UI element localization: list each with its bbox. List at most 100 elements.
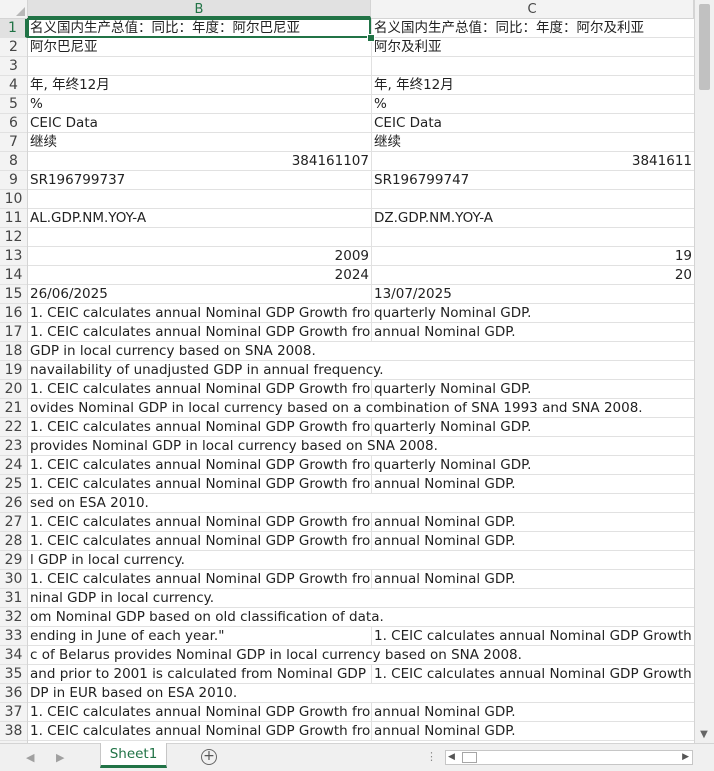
row-header[interactable]: 14: [0, 266, 27, 285]
row-header[interactable]: 20: [0, 380, 27, 399]
cell-c[interactable]: 13/07/2025: [371, 285, 694, 303]
row-header[interactable]: 17: [0, 323, 27, 342]
cell-overflow-text[interactable]: l GDP in local currency.: [28, 551, 694, 569]
cell-b[interactable]: 阿尔巴尼亚: [28, 38, 371, 56]
cell-b[interactable]: SR196799737: [28, 171, 371, 189]
cell-c[interactable]: [371, 228, 694, 246]
cell-overflow-text[interactable]: sed on ESA 2010.: [28, 494, 694, 512]
cell-c[interactable]: quarterly Nominal GDP.: [371, 418, 694, 436]
row-header[interactable]: 15: [0, 285, 27, 304]
row-header[interactable]: 27: [0, 513, 27, 532]
cell-c[interactable]: 1. CEIC calculates annual Nominal GDP Gr…: [371, 627, 694, 645]
row-header[interactable]: 26: [0, 494, 27, 513]
cell-c[interactable]: 阿尔及利亚: [371, 38, 694, 56]
cell-overflow-text[interactable]: GDP in local currency based on SNA 2008.: [28, 342, 694, 360]
cell-c[interactable]: 20: [371, 266, 694, 284]
tab-splitter-icon[interactable]: ⋮: [426, 750, 437, 763]
cell-b[interactable]: 1. CEIC calculates annual Nominal GDP Gr…: [28, 570, 371, 588]
row-header[interactable]: 25: [0, 475, 27, 494]
cell-b[interactable]: 1. CEIC calculates annual Nominal GDP Gr…: [28, 304, 371, 322]
row-header[interactable]: 21: [0, 399, 27, 418]
cell-c[interactable]: 19: [371, 247, 694, 265]
cell-c[interactable]: 年, 年终12月: [371, 76, 694, 94]
cell-grid[interactable]: 名义国内生产总值：同比：年度：阿尔巴尼亚 名义国内生产总值：同比：年度：阿尔及利亚…: [28, 19, 694, 743]
row-header[interactable]: 12: [0, 228, 27, 247]
cell-c[interactable]: annual Nominal GDP.: [371, 475, 694, 493]
row-header[interactable]: 18: [0, 342, 27, 361]
cell-c[interactable]: [371, 190, 694, 208]
sheet-tab-sheet1[interactable]: Sheet1: [100, 743, 167, 768]
cell-c[interactable]: 名义国内生产总值：同比：年度：阿尔及利亚: [371, 19, 694, 37]
cell-b[interactable]: 1. CEIC calculates annual Nominal GDP Gr…: [28, 323, 371, 341]
cell-c[interactable]: 3841611: [371, 152, 694, 170]
row-header[interactable]: 4: [0, 76, 27, 95]
row-header[interactable]: 6: [0, 114, 27, 133]
cell-c[interactable]: quarterly Nominal GDP.: [371, 456, 694, 474]
row-header[interactable]: 13: [0, 247, 27, 266]
cell-c[interactable]: DZ.GDP.NM.YOY-A: [371, 209, 694, 227]
cell-c[interactable]: annual Nominal GDP.: [371, 570, 694, 588]
cell-c[interactable]: quarterly Nominal GDP.: [371, 304, 694, 322]
cell-b[interactable]: 1. CEIC calculates annual Nominal GDP Gr…: [28, 513, 371, 531]
cell-b[interactable]: [28, 57, 371, 75]
scroll-right-icon[interactable]: ▶: [682, 751, 689, 764]
cell-b[interactable]: 名义国内生产总值：同比：年度：阿尔巴尼亚: [28, 19, 371, 37]
cell-overflow-text[interactable]: ninal GDP in local currency.: [28, 589, 694, 607]
cell-b[interactable]: 1. CEIC calculates annual Nominal GDP Gr…: [28, 456, 371, 474]
row-header[interactable]: 31: [0, 589, 27, 608]
cell-c[interactable]: 继续: [371, 133, 694, 151]
cell-b[interactable]: ending in June of each year.": [28, 627, 371, 645]
horizontal-scrollbar[interactable]: ◀ ▶: [445, 750, 693, 765]
cell-c[interactable]: annual Nominal GDP.: [371, 323, 694, 341]
cell-b[interactable]: and prior to 2001 is calculated from Nom…: [28, 665, 371, 683]
row-header[interactable]: 11: [0, 209, 27, 228]
cell-b[interactable]: AL.GDP.NM.YOY-A: [28, 209, 371, 227]
row-header[interactable]: 2: [0, 38, 27, 57]
cell-c[interactable]: [371, 57, 694, 75]
cell-c[interactable]: annual Nominal GDP.: [371, 722, 694, 740]
cell-c[interactable]: annual Nominal GDP.: [371, 703, 694, 721]
row-header[interactable]: 9: [0, 171, 27, 190]
row-header[interactable]: 37: [0, 703, 27, 722]
cell-overflow-text[interactable]: c of Belarus provides Nominal GDP in loc…: [28, 646, 694, 664]
row-header[interactable]: 10: [0, 190, 27, 209]
cell-overflow-text[interactable]: ovides Nominal GDP in local currency bas…: [28, 399, 694, 417]
select-all-button[interactable]: [0, 0, 28, 18]
row-header[interactable]: 19: [0, 361, 27, 380]
previous-sheet-icon[interactable]: ◀: [26, 751, 34, 765]
row-header[interactable]: 32: [0, 608, 27, 627]
column-header-c[interactable]: C: [371, 0, 694, 18]
cell-c[interactable]: 1. CEIC calculates annual Nominal GDP Gr…: [371, 665, 694, 683]
row-header[interactable]: 36: [0, 684, 27, 703]
cell-b[interactable]: 1. CEIC calculates annual Nominal GDP Gr…: [28, 722, 371, 740]
horizontal-scroll-thumb[interactable]: [462, 752, 477, 763]
cell-c[interactable]: %: [371, 95, 694, 113]
cell-b[interactable]: %: [28, 95, 371, 113]
row-header[interactable]: 35: [0, 665, 27, 684]
cell-b[interactable]: 继续: [28, 133, 371, 151]
cell-overflow-text[interactable]: DP in EUR based on ESA 2010.: [28, 684, 694, 702]
row-header[interactable]: 33: [0, 627, 27, 646]
cell-c[interactable]: quarterly Nominal GDP.: [371, 380, 694, 398]
cell-b[interactable]: 1. CEIC calculates annual Nominal GDP Gr…: [28, 418, 371, 436]
cell-b[interactable]: 2024: [28, 266, 371, 284]
cell-b[interactable]: 1. CEIC calculates annual Nominal GDP Gr…: [28, 703, 371, 721]
row-header[interactable]: 28: [0, 532, 27, 551]
cell-overflow-text[interactable]: om Nominal GDP based on old classificati…: [28, 608, 694, 626]
row-header[interactable]: 7: [0, 133, 27, 152]
cell-b[interactable]: CEIC Data: [28, 114, 371, 132]
row-header[interactable]: 24: [0, 456, 27, 475]
row-header[interactable]: 16: [0, 304, 27, 323]
vertical-scroll-thumb[interactable]: [699, 4, 710, 90]
column-header-b[interactable]: B: [28, 0, 371, 18]
cell-b[interactable]: 2009: [28, 247, 371, 265]
row-header[interactable]: 8: [0, 152, 27, 171]
scroll-down-icon[interactable]: ▼: [697, 729, 711, 741]
row-header[interactable]: 22: [0, 418, 27, 437]
add-sheet-icon[interactable]: +: [201, 749, 217, 765]
row-header[interactable]: 23: [0, 437, 27, 456]
row-header[interactable]: 3: [0, 57, 27, 76]
cell-overflow-text[interactable]: navailability of unadjusted GDP in annua…: [28, 361, 694, 379]
cell-overflow-text[interactable]: provides Nominal GDP in local currency b…: [28, 437, 694, 455]
cell-b[interactable]: 年, 年终12月: [28, 76, 371, 94]
